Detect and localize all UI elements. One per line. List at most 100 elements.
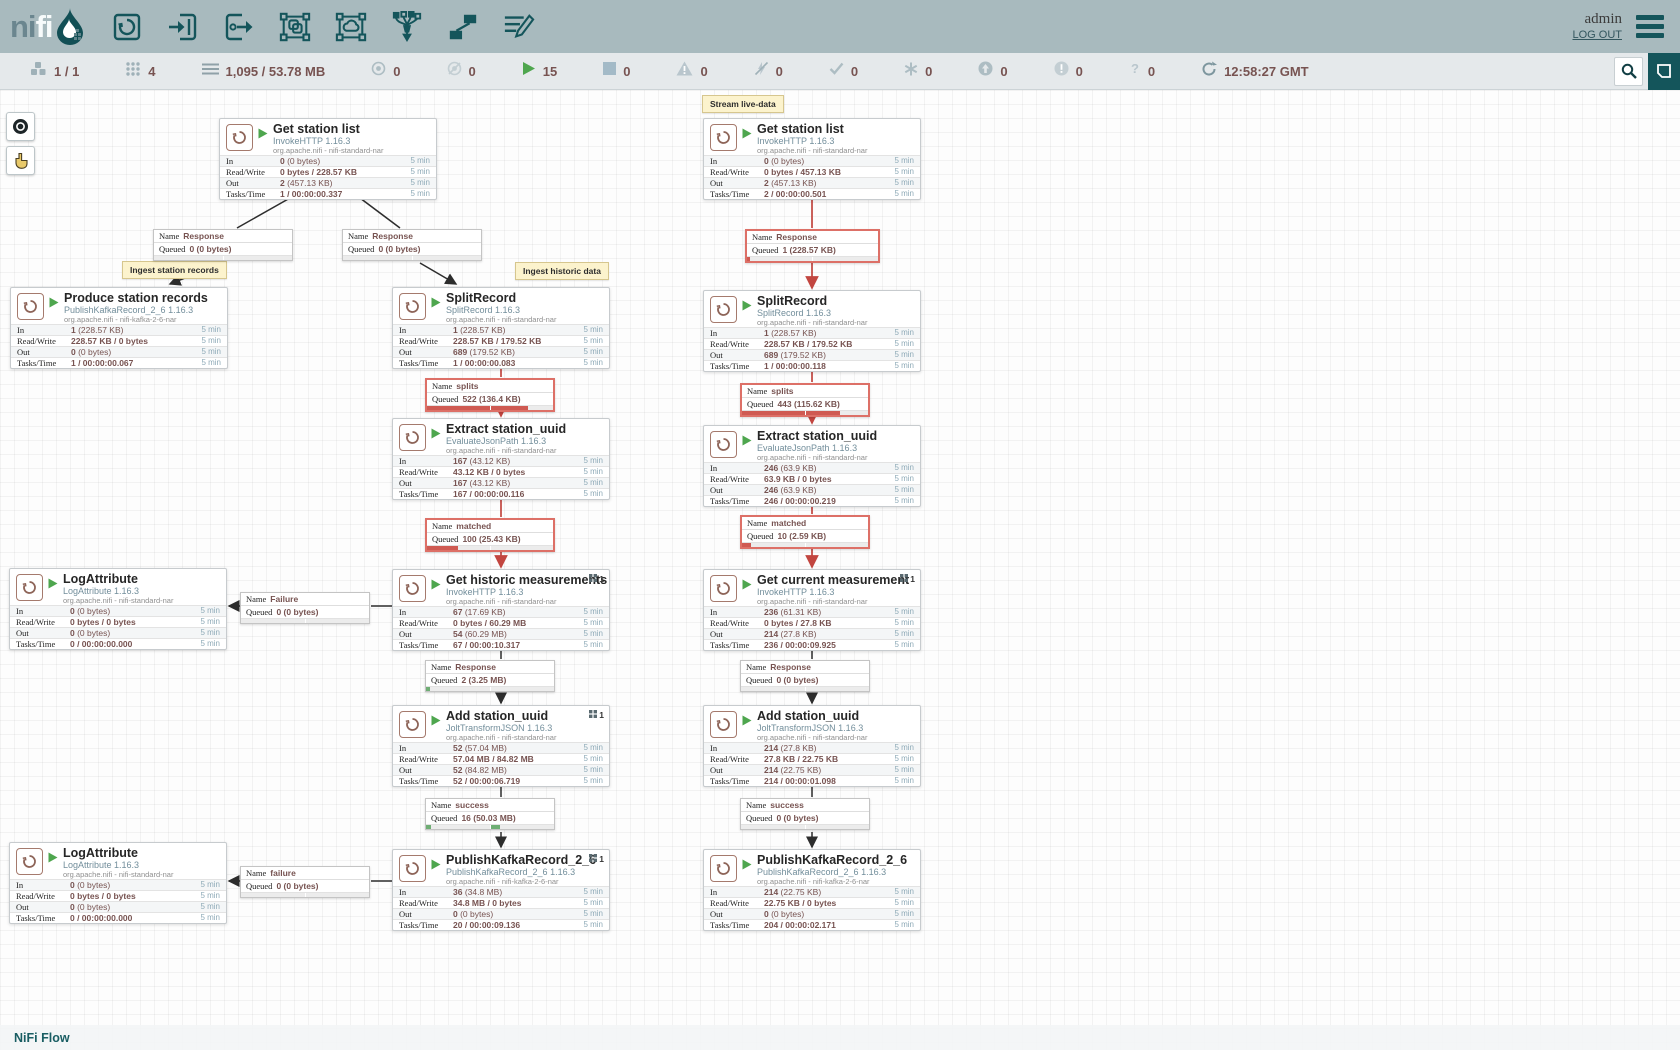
connection-success-mid[interactable]: NamesuccessQueued16 (50.03 MB) <box>425 798 555 830</box>
stat-window: 5 min <box>886 909 914 919</box>
connection-response-mid-2[interactable]: NameResponseQueued2 (3.25 MB) <box>425 660 555 692</box>
connection-matched-right[interactable]: NamematchedQueued10 (2.59 KB) <box>740 515 870 549</box>
processor-name: PublishKafkaRecord_2_6 <box>757 850 920 867</box>
stat-label: Out <box>399 909 453 919</box>
label-icon[interactable] <box>503 10 535 44</box>
canvas-label-ingest-station-records[interactable]: Ingest station records <box>122 261 227 279</box>
processor-name: Get station list <box>757 119 920 136</box>
processor-get-station-list-2[interactable]: Get station listInvokeHTTP 1.16.3org.apa… <box>703 118 921 200</box>
operate-palette-button[interactable] <box>6 146 35 175</box>
connection-queued-key: Queued <box>747 398 773 410</box>
processor-bundle: org.apache.nifi - nifi-standard-nar <box>446 733 609 742</box>
processor-type: LogAttribute 1.16.3 <box>63 860 226 870</box>
connection-matched-mid[interactable]: NamematchedQueued100 (25.43 KB) <box>425 518 555 552</box>
stat-label: Tasks/Time <box>399 489 453 499</box>
stat-row-out: Out167 (43.12 KB)5 min <box>393 477 609 488</box>
breadcrumb[interactable]: NiFi Flow <box>14 1031 70 1045</box>
connection-queued-count: 0 (0 bytes) <box>776 674 818 686</box>
side-panel-button[interactable] <box>1648 53 1680 90</box>
canvas-label-ingest-historic-data[interactable]: Ingest historic data <box>515 262 609 280</box>
refresh-icon[interactable] <box>1201 61 1217 82</box>
stat-row-tasks_time: Tasks/Time0 / 00:00:00.0005 min <box>10 912 226 923</box>
processor-bundle: org.apache.nifi - nifi-standard-nar <box>757 318 920 327</box>
stat-value: 236 (61.31 KB) <box>764 607 886 617</box>
connection-name-key: Name <box>747 517 767 529</box>
processor-type: EvaluateJsonPath 1.16.3 <box>446 436 609 446</box>
processor-split-record-2[interactable]: SplitRecordSplitRecord 1.16.3org.apache.… <box>703 290 921 372</box>
processor-add-station-uuid-1[interactable]: Add station_uuidJoltTransformJSON 1.16.3… <box>392 705 610 787</box>
stat-value: 214 (22.75 KB) <box>764 765 886 775</box>
processor-publish-kafka-record-2[interactable]: PublishKafkaRecord_2_6PublishKafkaRecord… <box>703 849 921 931</box>
search-button[interactable] <box>1614 57 1643 86</box>
stat-row-in: In1 (228.57 KB)5 min <box>11 324 227 335</box>
stat-value: 2 (457.13 KB) <box>280 178 402 188</box>
input-port-icon[interactable] <box>167 10 199 44</box>
connection-response-right-top[interactable]: NameResponseQueued1 (228.57 KB) <box>745 229 880 263</box>
stat-label: Out <box>710 629 764 639</box>
stat-value: 2 / 00:00:00.501 <box>764 189 886 199</box>
stat-label: In <box>399 456 453 466</box>
processor-name: LogAttribute <box>63 843 226 860</box>
target-icon <box>12 118 29 135</box>
stat-row-read_write: Read/Write228.57 KB / 179.52 KB5 min <box>393 335 609 346</box>
stat-label: Read/Write <box>710 898 764 908</box>
stat-window: 5 min <box>886 189 914 199</box>
connection-failure-bottom[interactable]: NamefailureQueued0 (0 bytes) <box>240 866 370 898</box>
processor-icon[interactable] <box>111 10 143 44</box>
processor-publish-kafka-record-1[interactable]: PublishKafkaRecord_2_6PublishKafkaRecord… <box>392 849 610 931</box>
stat-value: 1 (228.57 KB) <box>453 325 575 335</box>
connection-success-right[interactable]: NamesuccessQueued0 (0 bytes) <box>740 798 870 830</box>
funnel-icon[interactable] <box>391 10 423 44</box>
connection-queued-key: Queued <box>746 812 772 824</box>
template-icon[interactable] <box>447 10 479 44</box>
connection-failure-top[interactable]: NameFailureQueued0 (0 bytes) <box>240 592 370 624</box>
backpressure-bar <box>426 824 554 829</box>
stat-value: 689 (179.52 KB) <box>453 347 575 357</box>
processor-extract-station-uuid-1[interactable]: Extract station_uuidEvaluateJsonPath 1.1… <box>392 418 610 500</box>
stat-value: 1 (228.57 KB) <box>71 325 193 335</box>
connection-splits-right[interactable]: NamesplitsQueued443 (115.62 KB) <box>740 383 870 417</box>
processor-get-station-list-1[interactable]: Get station listInvokeHTTP 1.16.3org.apa… <box>219 118 437 200</box>
connection-name-key: Name <box>431 799 451 811</box>
stat-row-read_write: Read/Write34.8 MB / 0 bytes5 min <box>393 897 609 908</box>
stat-label: Read/Write <box>710 167 764 177</box>
canvas-label-stream-live-data[interactable]: Stream live-data <box>702 95 784 113</box>
navigate-palette-button[interactable] <box>6 112 35 141</box>
remote-process-group-icon[interactable] <box>335 10 367 44</box>
processor-log-attribute-2[interactable]: LogAttributeLogAttribute 1.16.3org.apach… <box>9 842 227 924</box>
processor-get-historic-measurements[interactable]: Get historic measurementsInvokeHTTP 1.16… <box>392 569 610 651</box>
processor-get-current-measurement[interactable]: Get current measurementInvokeHTTP 1.16.3… <box>703 569 921 651</box>
stat-window: 5 min <box>575 765 603 775</box>
processor-type-icon <box>399 575 426 602</box>
connection-splits-mid[interactable]: NamesplitsQueued522 (136.4 KB) <box>425 378 555 412</box>
processor-split-record-1[interactable]: SplitRecordSplitRecord 1.16.3org.apache.… <box>392 287 610 369</box>
running-status-icon <box>49 295 59 313</box>
processor-extract-station-uuid-2[interactable]: Extract station_uuidEvaluateJsonPath 1.1… <box>703 425 921 507</box>
backpressure-bar <box>741 686 869 691</box>
stat-row-in: In1 (228.57 KB)5 min <box>704 327 920 338</box>
stat-row-out: Out0 (0 bytes)5 min <box>10 901 226 912</box>
threads-grid-icon <box>900 574 908 584</box>
connection-response-right-2[interactable]: NameResponseQueued0 (0 bytes) <box>740 660 870 692</box>
connection-response-left[interactable]: NameResponseQueued0 (0 bytes) <box>153 229 293 261</box>
status-item-active-threads-grid: 4 <box>125 61 155 82</box>
stat-row-out: Out689 (179.52 KB)5 min <box>704 349 920 360</box>
stat-value: 1 / 00:00:00.067 <box>71 358 193 368</box>
global-menu-button[interactable] <box>1636 11 1664 42</box>
flow-canvas[interactable]: Ingest station records Ingest historic da… <box>0 90 1680 1050</box>
stat-row-tasks_time: Tasks/Time52 / 00:00:06.7195 min <box>393 775 609 786</box>
processor-add-station-uuid-2[interactable]: Add station_uuidJoltTransformJSON 1.16.3… <box>703 705 921 787</box>
stat-row-out: Out52 (84.82 MB)5 min <box>393 764 609 775</box>
connection-response-mid[interactable]: NameResponseQueued0 (0 bytes) <box>342 229 482 261</box>
processor-log-attribute-1[interactable]: LogAttributeLogAttribute 1.16.3org.apach… <box>9 568 227 650</box>
stat-value: 214 (27.8 KB) <box>764 743 886 753</box>
logout-link[interactable]: LOG OUT <box>1572 29 1622 43</box>
status-bar: 1 / 141,095 / 53.78 MB00150000000?012:58… <box>0 53 1680 90</box>
connection-name: matched <box>456 520 491 532</box>
output-port-icon[interactable] <box>223 10 255 44</box>
process-group-icon[interactable] <box>279 10 311 44</box>
stat-row-out: Out0 (0 bytes)5 min <box>10 627 226 638</box>
processor-type-icon <box>16 574 43 601</box>
processor-bundle: org.apache.nifi - nifi-standard-nar <box>446 315 609 324</box>
processor-produce-station-records[interactable]: Produce station recordsPublishKafkaRecor… <box>10 287 228 369</box>
